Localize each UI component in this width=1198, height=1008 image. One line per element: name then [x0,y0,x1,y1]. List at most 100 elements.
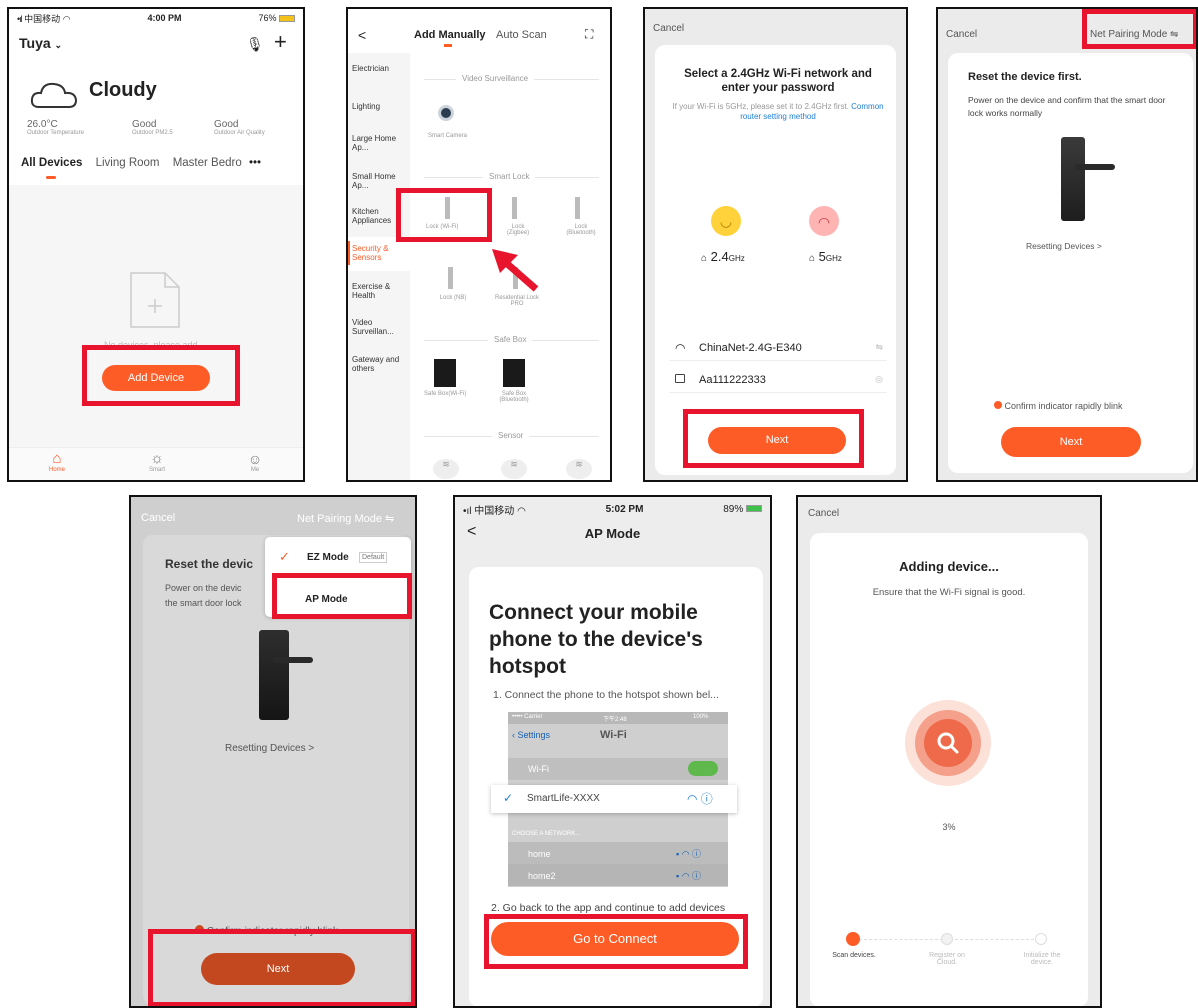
password-field[interactable]: Aa111222333 ◎ [669,369,887,393]
nav-smart[interactable]: ☼ Smart [139,451,175,474]
wifi-icon: ◠ [62,13,71,24]
room-tabs: All Devices Living Room Master Bedro ••• [21,157,303,169]
screen-home: •ıl 中国移动 ◠ 4:00 PM 76% Tuya ⌄ 🎙 + Cloudy… [7,7,305,482]
stat-value: 26.0°C [27,119,58,130]
screen-adding-device: Cancel Adding device... Ensure that the … [796,495,1102,1008]
step-register-icon [941,933,953,945]
more-tabs-icon[interactable]: ••• [249,157,261,169]
chevron-down-icon: ⌄ [54,40,63,50]
battery-percent: 76% [258,13,277,23]
progress-percent: 3% [942,822,956,832]
status-time: 5:02 PM [605,503,644,515]
wifi-field[interactable]: ◠ ChinaNet-2.4G-E340 ⇋ [669,337,887,361]
arrow-annotation [492,249,539,292]
empty-document-icon [130,272,180,328]
subtitle: Ensure that the Wi-Fi signal is good. [872,587,1026,598]
band-bad-label: ⌂ 5GHz [809,249,842,264]
lock-bluetooth-item[interactable]: Lock (Bluetooth) [561,197,601,237]
resetting-devices-link[interactable]: Resetting Devices > [225,743,314,754]
cancel-button[interactable]: Cancel [653,23,684,34]
next-button[interactable]: Next [1001,427,1141,457]
nav-me[interactable]: ☺ Me [237,451,273,473]
confirm-indicator[interactable]: Confirm indicator rapidly blink [195,925,338,937]
camera-icon[interactable] [438,105,454,121]
add-device-button[interactable]: Add Device [102,365,210,391]
door-lock-image [259,630,313,720]
step-initialize-icon [1035,933,1047,945]
stat-label: Outdoor PM2.5 [132,130,173,136]
lock-icon [675,374,685,383]
category-item[interactable]: Kitchen Appliances [352,207,408,225]
category-item[interactable]: Gateway and others [352,355,408,373]
default-badge: Default [359,552,388,563]
resetting-devices-link[interactable]: Resetting Devices > [1026,241,1102,251]
confirm-indicator[interactable]: Confirm indicator rapidly blink [994,401,1123,411]
router-icon: ⌂ [809,253,816,264]
sensor-icon[interactable]: ≋ [433,459,459,479]
safe-wifi-item[interactable]: Safe Box(Wi-Fi) [424,359,466,404]
cancel-button[interactable]: Cancel [946,29,977,40]
ez-mode-option[interactable]: ✓ EZ Mode Default [265,545,411,571]
go-to-connect-button[interactable]: Go to Connect [491,922,739,956]
lock-zigbee-item[interactable]: Lock (Zigbee) [498,197,538,237]
tab-add-manually[interactable]: Add Manually [414,29,486,41]
status-bar: •ıl 中国移动 ◠ 5:02 PM 89% [455,497,770,521]
home-switcher[interactable]: Tuya ⌄ [19,35,62,51]
progress-ring [905,700,991,786]
switch-network-icon[interactable]: ⇋ [875,342,883,353]
section-video-title: Video Surveillance [456,74,535,83]
tab-living-room[interactable]: Living Room [96,157,160,169]
tab-auto-scan[interactable]: Auto Scan [496,29,547,41]
add-icon[interactable]: + [274,29,287,55]
cancel-button[interactable]: Cancel [141,512,175,524]
band-good-label: ⌂ 2.4GHz [701,249,745,264]
category-sidebar: Electrician Lighting Large Home Ap... Sm… [348,53,410,480]
battery-icon [278,15,295,23]
pairing-mode-button[interactable]: Net Pairing Mode ⇋ [297,512,394,525]
lock-icon [512,197,517,219]
page-title: Reset the devic [165,557,254,571]
sensor-icon[interactable]: ≋ [501,459,527,479]
microphone-icon[interactable]: 🎙 [246,36,264,53]
tab-master-bedroom[interactable]: Master Bedro [173,157,242,169]
step-register-label: Register on Cloud. [929,952,965,966]
lock-wifi-item[interactable]: Lock (Wi-Fi) [426,197,476,237]
inner-wifi-title: Wi-Fi [600,729,627,741]
check-icon: ✓ [279,549,290,564]
category-item[interactable]: Small Home Ap... [352,172,408,190]
category-item[interactable]: Video Surveillan... [352,318,408,336]
back-icon[interactable]: < [358,27,366,43]
pairing-mode-button[interactable]: Net Pairing Mode ⇋ [1090,29,1178,40]
tab-all-devices[interactable]: All Devices [21,157,82,169]
step-scan-label: Scan devices. [832,952,876,959]
toggle-switch [688,761,718,776]
status-bar: •ıl 中国移动 ◠ 4:00 PM 76% [9,9,303,27]
next-button[interactable]: Next [708,427,846,454]
router-icon: ⌂ [701,253,708,264]
eye-icon[interactable]: ◎ [875,374,883,385]
heading: Connect your mobile phone to the device'… [489,601,703,678]
stat-value: Good [214,119,239,130]
category-item[interactable]: Electrician [352,64,408,73]
nav-home[interactable]: ⌂ Home [39,451,75,474]
section-sensor-title: Sensor [492,431,530,440]
battery-icon [746,505,762,513]
cancel-button[interactable]: Cancel [808,508,839,519]
category-item[interactable]: Large Home Ap... [352,134,408,152]
inner-network-row: home ▪ ◠ ⓘ [508,842,728,864]
password-value: Aa111222333 [699,374,766,386]
ap-mode-option[interactable]: AP Mode [305,594,348,605]
category-item[interactable]: Lighting [352,102,408,111]
lock-wifi-info-icon: ▪ ◠ ⓘ [676,871,702,881]
scan-icon[interactable]: ⛶ [585,27,593,42]
safe-box-icon [503,359,525,387]
device-label: Smart Camera [428,133,468,139]
description: Power on the device and confirm that the… [968,95,1166,118]
safe-bluetooth-item[interactable]: Safe Box (Bluetooth) [493,359,535,409]
category-item[interactable]: Exercise & Health [352,282,408,300]
lock-nb-item[interactable]: Lock (NB) [433,267,473,317]
sensor-icon[interactable]: ≋ [566,459,592,479]
user-icon: ☺ [247,451,263,467]
category-item-selected[interactable]: Security & Sensors [352,244,408,262]
next-button[interactable]: Next [201,953,355,985]
